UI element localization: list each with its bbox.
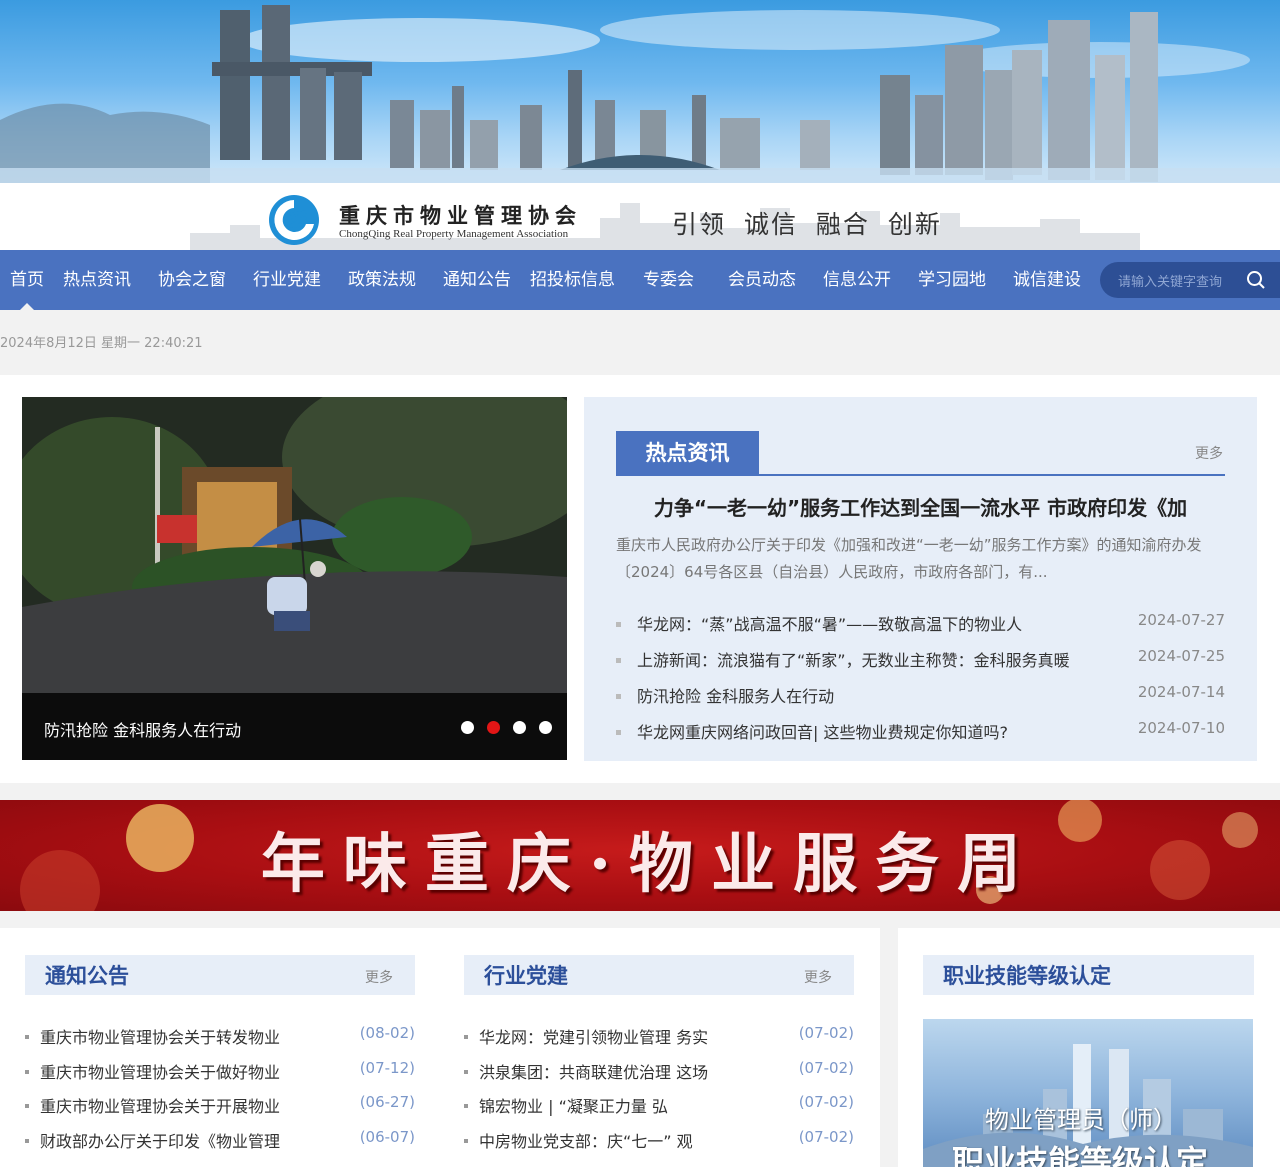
bullet-icon	[464, 1104, 468, 1108]
party-item-date: (07-02)	[798, 1059, 854, 1077]
notice-item-date: (08-02)	[359, 1024, 415, 1042]
bullet-icon	[616, 694, 621, 699]
bullet-icon	[25, 1035, 29, 1039]
notice-item[interactable]: 财政部办公厅关于印发《物业管理 (06-07)	[25, 1128, 415, 1158]
slogan: 引领 诚信 融合 创新	[672, 210, 942, 239]
party-item-date: (07-02)	[798, 1128, 854, 1146]
party-item-title[interactable]: 中房物业党支部：庆“七一” 观	[479, 1128, 693, 1152]
nav-credit[interactable]: 诚信建设	[1013, 250, 1081, 310]
hot-news-item-title[interactable]: 上游新闻：流浪猫有了“新家”，无数业主称赞：金科服务真暖	[637, 647, 1070, 671]
slider-dot-2[interactable]	[487, 721, 500, 734]
nav-committees[interactable]: 专委会	[643, 250, 694, 310]
bullet-icon	[25, 1070, 29, 1074]
search-input[interactable]	[1118, 271, 1238, 291]
nav-home[interactable]: 首页	[10, 250, 44, 310]
promo-banner-title: 年味重庆·物业服务周	[260, 827, 1040, 902]
bullet-icon	[25, 1104, 29, 1108]
hot-news-item-date: 2024-07-27	[1137, 611, 1225, 629]
notice-item-title[interactable]: 重庆市物业管理协会关于转发物业	[40, 1024, 280, 1048]
party-title[interactable]: 行业党建	[484, 960, 568, 990]
nav-learning[interactable]: 学习园地	[918, 250, 986, 310]
bullet-icon	[25, 1139, 29, 1143]
nav-party-building[interactable]: 行业党建	[253, 250, 321, 310]
slider-dot-4[interactable]	[539, 721, 552, 734]
hot-news-divider	[616, 474, 1225, 476]
org-name-en: ChongQing Real Property Management Assoc…	[339, 228, 569, 240]
slider-caption[interactable]: 防汛抢险 金科服务人在行动	[44, 717, 241, 741]
hot-news-item-date: 2024-07-14	[1137, 683, 1225, 701]
hot-news-item[interactable]: 防汛抢险 金科服务人在行动 2024-07-14	[616, 683, 1225, 713]
notice-item[interactable]: 重庆市物业管理协会关于开展物业 (06-27)	[25, 1093, 415, 1123]
bullet-icon	[464, 1035, 468, 1039]
notice-item-title[interactable]: 重庆市物业管理协会关于开展物业	[40, 1093, 280, 1117]
notice-item[interactable]: 重庆市物业管理协会关于做好物业 (07-12)	[25, 1059, 415, 1089]
hot-news-item[interactable]: 华龙网：“蒸”战高温不服“暑”——致敬高温下的物业人 2024-07-27	[616, 611, 1225, 641]
current-datetime: 2024年8月12日 星期一 22:40:21	[0, 336, 203, 351]
hot-news-item[interactable]: 华龙网重庆网络问政回音| 这些物业费规定你知道吗? 2024-07-10	[616, 719, 1225, 749]
party-item-title[interactable]: 洪泉集团：共商联建优治理 这场	[479, 1059, 708, 1083]
hot-news-item-title[interactable]: 防汛抢险 金科服务人在行动	[637, 683, 834, 707]
main-nav: 首页 热点资讯 协会之窗 行业党建 政策法规 通知公告 招投标信息 专委会 会员…	[0, 250, 1280, 310]
association-logo-icon	[269, 195, 319, 245]
hot-news-item-title[interactable]: 华龙网：“蒸”战高温不服“暑”——致敬高温下的物业人	[637, 611, 1022, 635]
nav-notices[interactable]: 通知公告	[443, 250, 511, 310]
nav-disclosure[interactable]: 信息公开	[823, 250, 891, 310]
hot-news-tab[interactable]: 热点资讯	[616, 431, 759, 475]
notice-item-date: (07-12)	[359, 1059, 415, 1077]
hot-news-item-date: 2024-07-25	[1137, 647, 1225, 665]
hot-news-summary: 重庆市人民政府办公厅关于印发《加强和改进“一老一幼”服务工作方案》的通知渝府办发…	[616, 536, 1202, 581]
party-item[interactable]: 华龙网：党建引领物业管理 务实 (07-02)	[464, 1024, 854, 1054]
cert-title[interactable]: 职业技能等级认定	[943, 960, 1111, 990]
bullet-icon	[464, 1070, 468, 1074]
search-icon[interactable]	[1246, 270, 1266, 290]
header-banner	[0, 0, 1280, 183]
hot-news-more-link[interactable]: 更多	[1195, 443, 1223, 463]
notices-title[interactable]: 通知公告	[45, 960, 129, 990]
party-item-date: (07-02)	[798, 1093, 854, 1111]
notice-item-title[interactable]: 重庆市物业管理协会关于做好物业	[40, 1059, 280, 1083]
cert-image-line2: 职业技能等级认定	[952, 1143, 1209, 1167]
cert-image-line1: 物业管理员（师）	[985, 1106, 1177, 1134]
nav-policy[interactable]: 政策法规	[348, 250, 416, 310]
party-item[interactable]: 洪泉集团：共商联建优治理 这场 (07-02)	[464, 1059, 854, 1089]
party-item-title[interactable]: 锦宏物业 | “凝聚正力量 弘	[479, 1093, 668, 1117]
party-item-date: (07-02)	[798, 1024, 854, 1042]
nav-bidding[interactable]: 招投标信息	[530, 250, 615, 310]
bullet-icon	[616, 658, 621, 663]
notice-item-title[interactable]: 财政部办公厅关于印发《物业管理	[40, 1128, 280, 1152]
hot-news-item-title[interactable]: 华龙网重庆网络问政回音| 这些物业费规定你知道吗?	[637, 719, 1008, 743]
notices-more-link[interactable]: 更多	[365, 967, 393, 987]
logo-strip	[0, 183, 1280, 250]
party-more-link[interactable]: 更多	[804, 967, 832, 987]
bullet-icon	[616, 730, 621, 735]
party-item[interactable]: 锦宏物业 | “凝聚正力量 弘 (07-02)	[464, 1093, 854, 1123]
notice-item-date: (06-27)	[359, 1093, 415, 1111]
hot-news-item-date: 2024-07-10	[1137, 719, 1225, 737]
nav-member-news[interactable]: 会员动态	[728, 250, 796, 310]
bullet-icon	[464, 1139, 468, 1143]
hot-news-item[interactable]: 上游新闻：流浪猫有了“新家”，无数业主称赞：金科服务真暖 2024-07-25	[616, 647, 1225, 677]
party-item[interactable]: 中房物业党支部：庆“七一” 观 (07-02)	[464, 1128, 854, 1158]
notice-item[interactable]: 重庆市物业管理协会关于转发物业 (08-02)	[25, 1024, 415, 1054]
nav-hot-news[interactable]: 热点资讯	[63, 250, 131, 310]
slider-dot-3[interactable]	[513, 721, 526, 734]
party-item-title[interactable]: 华龙网：党建引领物业管理 务实	[479, 1024, 708, 1048]
hot-news-headline[interactable]: 力争“一老一幼”服务工作达到全国一流水平 市政府印发《加	[616, 492, 1225, 521]
slider-dot-1[interactable]	[461, 721, 474, 734]
bullet-icon	[616, 622, 621, 627]
org-name-cn: 重庆市物业管理协会	[339, 203, 582, 228]
notice-item-date: (06-07)	[359, 1128, 415, 1146]
nav-association[interactable]: 协会之窗	[158, 250, 226, 310]
